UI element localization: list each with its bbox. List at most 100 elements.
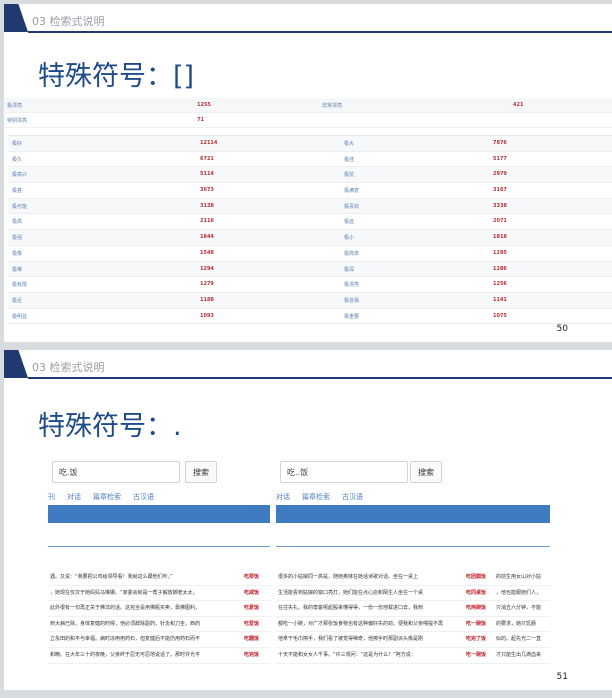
- keyword-hit[interactable]: 吃咸饭: [244, 586, 259, 601]
- count-cell: 1255: [197, 102, 211, 108]
- concordance-row: 遇。又说：“我要把公鸡给领导看！我就这么跟他们吵。” 吃那饭: [48, 570, 270, 586]
- table-row: 极高兴 5114 极抗 2979: [8, 167, 612, 184]
- context-right: 才只能生出几滴血来: [496, 651, 542, 658]
- table-row: 极近 1188 极容易 1141: [8, 292, 612, 309]
- count-cell: 1548: [200, 249, 214, 256]
- keyword-hit[interactable]: 吃素饭: [244, 601, 259, 616]
- header-rule: [28, 377, 612, 379]
- corpus-tab[interactable]: 刊: [48, 493, 55, 501]
- count-cell: 1188: [200, 296, 214, 303]
- term-cell[interactable]: 极漂亮: [344, 281, 359, 288]
- results-rule: [48, 546, 270, 547]
- concordance-row: 此外很有一句再正关于佛法的话。这完全是用佛瓶买卖，靠佛图利， 吃素饭: [48, 601, 270, 617]
- corpus-tab[interactable]: 对话: [67, 493, 81, 501]
- term-cell[interactable]: 极难: [12, 266, 22, 273]
- term-cell[interactable]: 极远: [344, 218, 354, 225]
- table-row: 极像 1548 极简单 1295: [8, 246, 612, 262]
- header-rule: [28, 31, 612, 33]
- corpus-tab[interactable]: 篇章检索: [302, 493, 330, 501]
- count-cell: 12114: [200, 140, 218, 146]
- page-number: 51: [556, 672, 568, 682]
- keyword-hit[interactable]: 吃一碗饭: [466, 617, 486, 632]
- count-cell: 5114: [200, 171, 214, 178]
- table-row: 极明显 1093 极重要 1075: [8, 309, 612, 325]
- keyword-hit[interactable]: 吃完了饭: [466, 632, 486, 647]
- table-row: 极甚 3673 极满意 3167: [8, 183, 612, 199]
- term-cell[interactable]: 极小: [344, 234, 354, 241]
- term-cell[interactable]: 极满意: [344, 187, 359, 194]
- table-row: 极可能 3138 极喜欢 3338: [8, 198, 612, 215]
- context-left: 他拿干毛巾擦手，我们看了被觉得稀奇，他擦手时那副派头像是刚: [278, 636, 424, 643]
- term-cell[interactable]: 极高兴: [12, 171, 27, 178]
- corner-accent: [4, 4, 28, 32]
- summary-table: 极漂亮 1255 非常漂亮 421 特别漂亮 71: [4, 98, 612, 128]
- keyword-hit[interactable]: 吃团圆饭: [466, 570, 486, 585]
- table-row: 极高 2116 极远 2071: [8, 214, 612, 231]
- keyword-hit[interactable]: 吃翻饭: [244, 632, 259, 647]
- slide-51: 03 检索式说明 特殊符号：. 吃.饭 搜索 刊 对话 篇章检索 古汉语 遇。又说：“…: [4, 350, 612, 690]
- slide-50: 03 检索式说明 特殊符号：[] 极漂亮 1255 非常漂亮 421 特别漂亮 71 极好…: [4, 4, 612, 342]
- term-cell[interactable]: 极喜欢: [344, 203, 359, 210]
- context-left: 都吃一小碗，对广才那张饭食物也有这种偏好失的劲，便我和父亲喂提不再: [278, 620, 444, 627]
- slide-title: 特殊符号：[]: [38, 61, 195, 92]
- term-cell[interactable]: 极大: [344, 140, 354, 147]
- corpus-tab[interactable]: 古汉语: [342, 493, 363, 501]
- context-left: 此外很有一句再正关于佛法的话。这完全是用佛瓶买卖，靠佛图利，: [50, 605, 201, 612]
- count-cell: 1093: [200, 312, 214, 319]
- count-cell: 71: [197, 117, 204, 123]
- search-input[interactable]: 吃..饭: [280, 461, 408, 483]
- concordance-list: 遇。又说：“我要把公鸡给领导看！我就这么跟他们吵。” 吃那饭 ，她现在仅次于她妈妈马…: [48, 570, 270, 664]
- context-left: 在往失礼。我的尊客呢起殷来懂得得，一份一份地载进口去，我到: [278, 605, 424, 612]
- corpus-tab[interactable]: 篇章检索: [93, 493, 121, 501]
- concordance-row: 很多的小姑娘同一高是，随她奥妹在她话诗歌对话。坐在一桌上 吃团圆饭 的前生用女山对小…: [276, 570, 550, 586]
- concordance-row: 十天不能和女女人千事。“许三观问：“这是为什么？”阿方说： 吃一碗饭 才只能生出几滴…: [276, 648, 550, 664]
- term-cell[interactable]: 极漂亮: [7, 102, 22, 109]
- keyword-hit[interactable]: 吃两碗饭: [466, 601, 486, 616]
- term-cell[interactable]: 极可能: [12, 203, 27, 210]
- results-table: 极好 12114 极大 7876 极久 6721 极佳 5177 极高兴 5114 极抗 2979 极甚…: [8, 135, 612, 325]
- page-number: 50: [556, 324, 568, 334]
- term-cell[interactable]: 极强: [12, 234, 22, 241]
- context-left: 到大病已除，身体复健的时候，他必须辞除副药，针灸和刀圭，西药: [50, 620, 201, 627]
- term-cell[interactable]: 极像: [12, 250, 22, 257]
- term-cell[interactable]: 极高: [12, 218, 22, 225]
- count-cell: 2116: [200, 218, 214, 225]
- corpus-tabs: 对话 篇章检索 古汉语: [276, 492, 375, 502]
- keyword-hit[interactable]: 吃爱饭: [244, 617, 259, 632]
- keyword-hit[interactable]: 吃同桌饭: [466, 586, 486, 601]
- term-cell[interactable]: 极甚: [12, 187, 22, 194]
- concordance-row: 都吃一小碗，对广才那张饭食物也有这种偏好失的劲，便我和父亲喂提不再 吃一碗饭 的要求…: [276, 617, 550, 633]
- count-cell: 1818: [493, 234, 507, 241]
- term-cell[interactable]: 极有限: [12, 281, 27, 288]
- corpus-tab[interactable]: 古汉语: [133, 493, 154, 501]
- concordance-row: 到大病已除，身体复健的时候，他必须辞除副药，针灸和刀圭，西药 吃爱饭: [48, 617, 270, 633]
- term-cell[interactable]: 极好: [12, 140, 22, 147]
- count-cell: 1279: [200, 281, 214, 288]
- concordance-list: 很多的小姑娘同一高是，随她奥妹在她话诗歌对话。坐在一桌上 吃团圆饭 的前生用女山对小…: [276, 570, 550, 664]
- search-button[interactable]: 搜索: [410, 461, 442, 483]
- keyword-hit[interactable]: 吃完饭: [244, 648, 259, 663]
- term-cell[interactable]: 极重要: [344, 313, 359, 320]
- table-row: 极强 1844 极小 1818: [8, 230, 612, 246]
- term-cell[interactable]: 极容易: [344, 297, 359, 304]
- search-pane-right: 吃..饭 搜索 对话 篇章检索 古汉语 很多的小姑娘同一高是，随她奥妹在她话诗歌对话…: [276, 455, 550, 670]
- corpus-tab[interactable]: 对话: [276, 493, 290, 501]
- term-cell[interactable]: 特别漂亮: [7, 117, 27, 124]
- count-cell: 1295: [493, 249, 507, 256]
- term-cell[interactable]: 极佳: [344, 156, 354, 163]
- term-cell[interactable]: 极近: [12, 297, 22, 304]
- term-cell[interactable]: 极明显: [12, 313, 27, 320]
- count-cell: 1844: [200, 234, 214, 241]
- table-row: 极久 6721 极佳 5177: [8, 152, 612, 168]
- search-button[interactable]: 搜索: [185, 461, 217, 483]
- keyword-hit[interactable]: 吃一碗饭: [466, 648, 486, 663]
- term-cell[interactable]: 极抗: [344, 171, 354, 178]
- search-input[interactable]: 吃.饭: [52, 461, 180, 483]
- term-cell[interactable]: 极简单: [344, 250, 359, 257]
- term-cell[interactable]: 非常漂亮: [322, 102, 342, 109]
- count-cell: 3138: [200, 202, 214, 209]
- term-cell[interactable]: 极深: [344, 266, 354, 273]
- term-cell[interactable]: 极久: [12, 156, 22, 163]
- keyword-hit[interactable]: 吃那饭: [244, 570, 259, 585]
- context-left: 遇。又说：“我要把公鸡给领导看！我就这么跟他们吵。”: [50, 574, 173, 580]
